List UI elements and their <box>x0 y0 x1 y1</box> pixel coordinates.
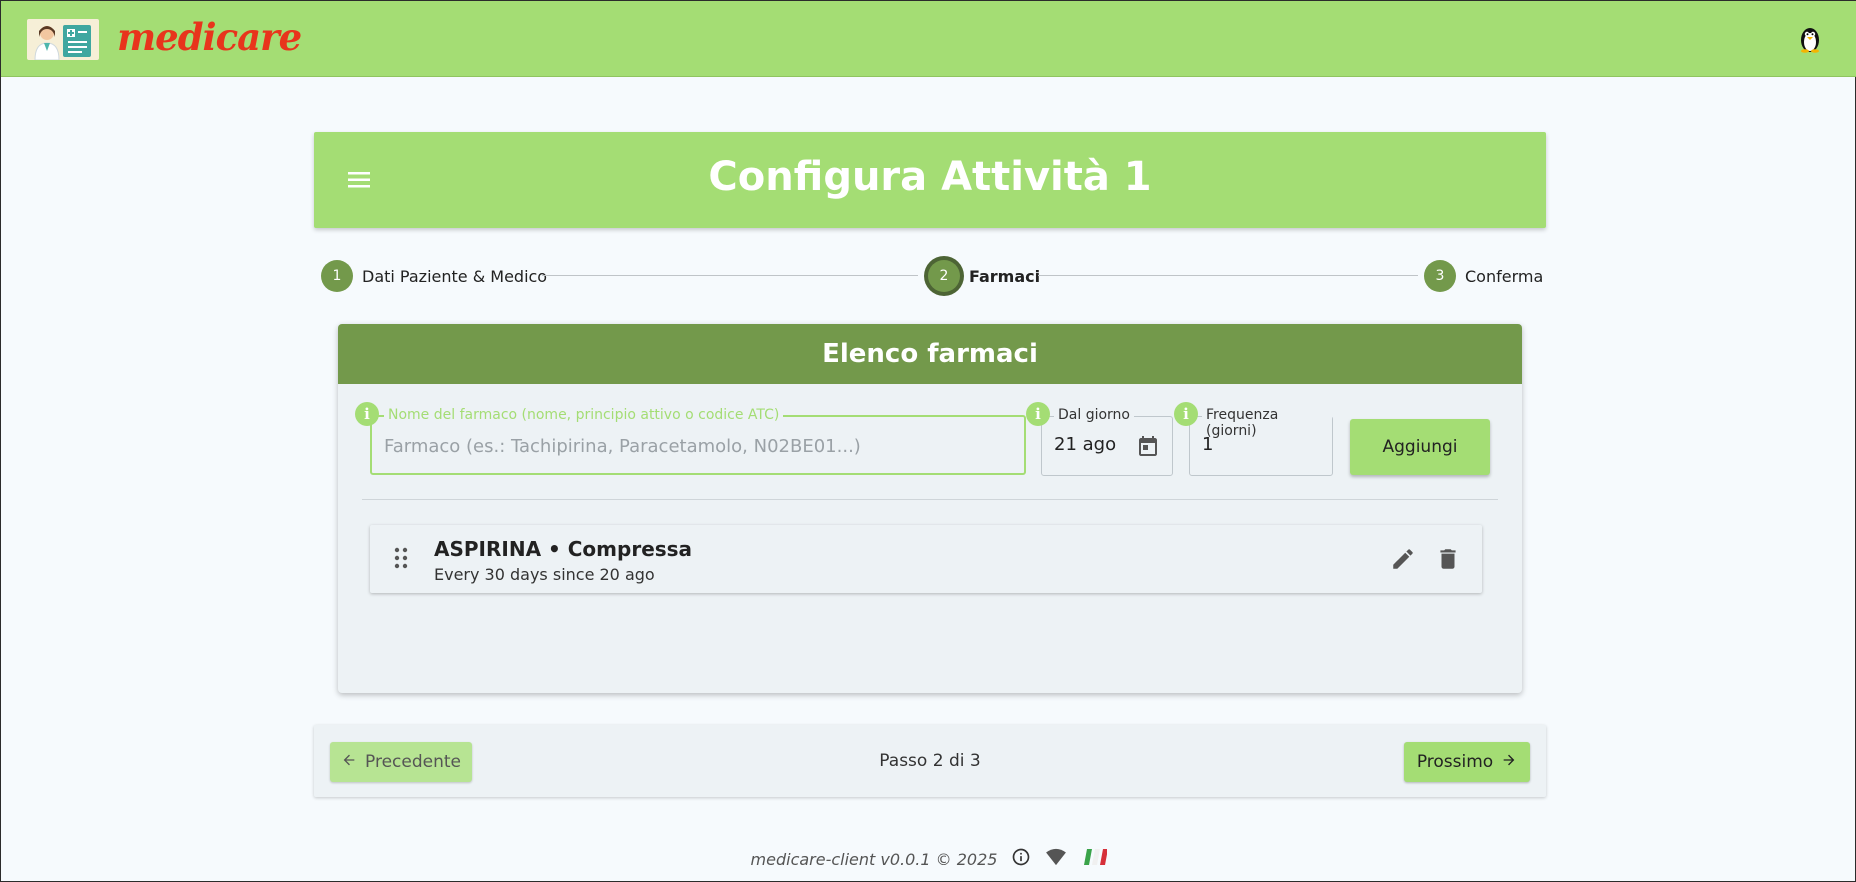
step-label: Farmaci <box>969 266 1041 286</box>
footer-version: medicare-client v0.0.1 © 2025 <box>750 849 998 869</box>
italy-flag-icon[interactable] <box>1081 849 1109 869</box>
step-number: 2 <box>928 260 960 292</box>
calendar-icon[interactable] <box>1136 434 1160 458</box>
arrow-right-icon <box>1501 752 1517 773</box>
step-drugs[interactable]: 2 Farmaci <box>928 259 1040 293</box>
divider <box>362 499 1498 500</box>
info-circle-icon[interactable] <box>1011 847 1031 871</box>
top-app-bar: medicare <box>1 1 1856 77</box>
step-label: Dati Paziente & Medico <box>362 266 548 286</box>
step-number: 3 <box>1424 260 1456 292</box>
list-item[interactable]: ASPIRINA • Compressa Every 30 days since… <box>370 525 1482 593</box>
info-icon[interactable]: i <box>1026 402 1050 426</box>
brand-logo-text: medicare <box>117 15 302 59</box>
step-navigation: Precedente Passo 2 di 3 Prossimo <box>314 725 1546 797</box>
drug-name-input[interactable] <box>384 433 1014 459</box>
frequency-field[interactable]: Frequenza (giorni) 1 <box>1189 407 1333 476</box>
stepper: 1 Dati Paziente & Medico 2 Farmaci 3 Con… <box>314 259 1546 293</box>
info-icon[interactable]: i <box>1174 402 1198 426</box>
drag-handle-icon[interactable] <box>394 547 408 569</box>
step-patient-doctor[interactable]: 1 Dati Paziente & Medico <box>321 259 547 293</box>
page-title: Configura Attività 1 <box>708 154 1152 200</box>
step-connector <box>1038 275 1418 276</box>
step-number: 1 <box>321 260 353 292</box>
next-button[interactable]: Prossimo <box>1404 742 1530 782</box>
step-connector <box>542 275 918 276</box>
drug-item-title: ASPIRINA • Compressa <box>434 537 693 561</box>
frequency-value[interactable]: 1 <box>1202 434 1322 460</box>
step-confirm[interactable]: 3 Conferma <box>1424 259 1543 293</box>
info-icon[interactable]: i <box>355 402 379 426</box>
step-label: Conferma <box>1465 266 1544 286</box>
drug-name-field[interactable]: Nome del farmaco (nome, principio attivo… <box>370 407 1026 475</box>
drug-item-schedule: Every 30 days since 20 ago <box>434 565 655 584</box>
wifi-icon <box>1045 848 1067 870</box>
step-counter: Passo 2 di 3 <box>879 751 981 771</box>
delete-icon[interactable] <box>1435 545 1461 573</box>
doctor-clipboard-icon <box>27 19 99 60</box>
drug-list-title: Elenco farmaci <box>338 324 1522 384</box>
edit-icon[interactable] <box>1390 546 1416 572</box>
drug-list-card: Elenco farmaci Nome del farmaco (nome, p… <box>338 324 1522 693</box>
page-header: Configura Attività 1 <box>314 132 1546 228</box>
footer: medicare-client v0.0.1 © 2025 <box>1 847 1856 871</box>
start-date-label: Dal giorno <box>1054 407 1134 423</box>
drug-name-label: Nome del farmaco (nome, principio attivo… <box>384 407 784 423</box>
penguin-icon[interactable] <box>1797 25 1823 53</box>
add-button[interactable]: Aggiungi <box>1350 419 1490 475</box>
next-label: Prossimo <box>1416 752 1494 772</box>
start-date-field[interactable]: Dal giorno 21 ago <box>1041 407 1173 476</box>
